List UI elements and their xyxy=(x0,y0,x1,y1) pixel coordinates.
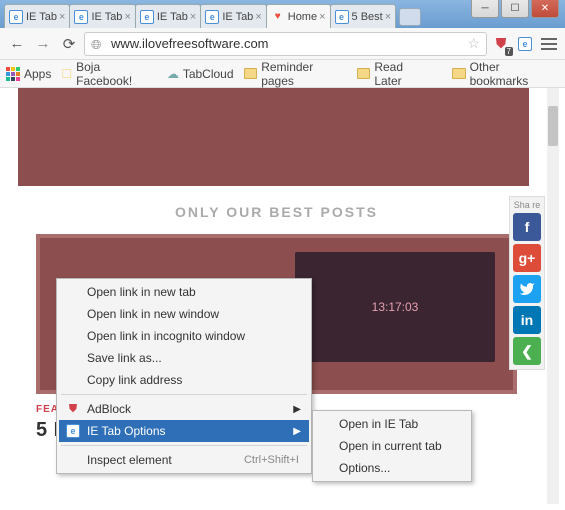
folder-icon xyxy=(357,68,371,79)
url-text: www.ilovefreesoftware.com xyxy=(111,36,467,51)
ie-icon: e xyxy=(140,10,154,24)
browser-tab[interactable]: e5 Best× xyxy=(330,4,397,28)
reload-button[interactable]: ⟳ xyxy=(58,33,80,55)
ctx-separator xyxy=(61,394,307,395)
chrome-menu-button[interactable] xyxy=(539,34,559,54)
browser-tab[interactable]: eIE Tab× xyxy=(200,4,266,28)
share-linkedin-button[interactable]: in xyxy=(513,306,541,334)
browser-tab[interactable]: eIE Tab× xyxy=(69,4,135,28)
shortcut-text: Ctrl+Shift+I xyxy=(244,454,299,466)
close-button[interactable]: ✕ xyxy=(531,0,559,18)
bookmarks-bar: Apps ☐Boja Facebook! ☁TabCloud Reminder … xyxy=(0,60,565,88)
ie-icon: e xyxy=(65,423,81,439)
bookmark-folder[interactable]: Reminder pages xyxy=(244,60,347,88)
vertical-scrollbar[interactable] xyxy=(547,88,559,504)
ctx-copy-link[interactable]: Copy link address xyxy=(59,369,309,391)
ie-icon: e xyxy=(335,10,349,24)
timestamp-text: 13:17:03 xyxy=(372,300,419,314)
ie-icon: e xyxy=(9,10,23,24)
sub-options[interactable]: Options... xyxy=(315,457,469,479)
tab-close-icon[interactable]: × xyxy=(190,11,196,23)
adblock-extension-icon[interactable]: ⛊7 xyxy=(491,34,511,54)
ctx-inspect-element[interactable]: Inspect elementCtrl+Shift+I xyxy=(59,449,309,471)
tab-title: IE Tab xyxy=(26,11,57,23)
share-googleplus-button[interactable]: g+ xyxy=(513,244,541,272)
tab-title: 5 Best xyxy=(352,11,383,23)
ctx-ietab-options[interactable]: eIE Tab Options▶ xyxy=(59,420,309,442)
share-facebook-button[interactable]: f xyxy=(513,213,541,241)
tab-close-icon[interactable]: × xyxy=(124,11,130,23)
tab-title: IE Tab xyxy=(157,11,188,23)
maximize-button[interactable]: ☐ xyxy=(501,0,529,18)
submenu-arrow-icon: ▶ xyxy=(293,404,301,415)
back-button[interactable]: ← xyxy=(6,33,28,55)
ctx-open-incognito[interactable]: Open link in incognito window xyxy=(59,325,309,347)
browser-tab-active[interactable]: ♥Home× xyxy=(266,4,331,28)
feature-thumbnail: 13:17:03 xyxy=(295,252,495,362)
ctx-open-new-window[interactable]: Open link in new window xyxy=(59,303,309,325)
share-widget: Sha re f g+ in ❮ xyxy=(509,196,545,370)
tab-title: IE Tab xyxy=(91,11,122,23)
minimize-button[interactable]: ─ xyxy=(471,0,499,18)
new-tab-button[interactable] xyxy=(399,8,421,26)
apps-button[interactable]: Apps xyxy=(6,67,51,81)
omnibox[interactable]: 🌐︎ www.ilovefreesoftware.com ☆ xyxy=(84,32,487,56)
folder-icon xyxy=(452,68,466,79)
address-bar-row: ← → ⟳ 🌐︎ www.ilovefreesoftware.com ☆ ⛊7 … xyxy=(0,28,565,60)
ctx-adblock[interactable]: ⛊AdBlock▶ xyxy=(59,398,309,420)
scroll-thumb[interactable] xyxy=(548,106,558,146)
other-bookmarks-button[interactable]: Other bookmarks xyxy=(452,60,559,88)
folder-icon xyxy=(244,68,258,79)
heart-icon: ♥ xyxy=(271,10,285,24)
sub-open-in-ie-tab[interactable]: Open in IE Tab xyxy=(315,413,469,435)
sub-open-current-tab[interactable]: Open in current tab xyxy=(315,435,469,457)
share-twitter-button[interactable] xyxy=(513,275,541,303)
bookmark-item[interactable]: ☁TabCloud xyxy=(167,67,234,81)
submenu-arrow-icon: ▶ xyxy=(293,426,301,437)
bookmark-star-icon[interactable]: ☆ xyxy=(467,35,480,52)
tab-close-icon[interactable]: × xyxy=(255,11,261,23)
globe-icon: 🌐︎ xyxy=(91,37,105,51)
adblock-icon: ⛊ xyxy=(65,401,81,417)
abp-badge: 7 xyxy=(505,47,513,56)
window-controls: ─ ☐ ✕ xyxy=(471,0,559,18)
share-more-button[interactable]: ❮ xyxy=(513,337,541,365)
tab-close-icon[interactable]: × xyxy=(385,11,391,23)
section-heading: ONLY OUR BEST POSTS xyxy=(6,204,547,220)
bookmark-item[interactable]: ☐Boja Facebook! xyxy=(61,60,156,88)
ie-icon: e xyxy=(74,10,88,24)
hero-banner xyxy=(18,88,529,186)
ie-icon: e xyxy=(205,10,219,24)
ctx-separator xyxy=(61,445,307,446)
ctx-open-new-tab[interactable]: Open link in new tab xyxy=(59,281,309,303)
ctx-save-link-as[interactable]: Save link as... xyxy=(59,347,309,369)
browser-tab[interactable]: eIE Tab× xyxy=(135,4,201,28)
ietab-extension-icon[interactable]: e xyxy=(515,34,535,54)
tab-close-icon[interactable]: × xyxy=(319,11,325,23)
tab-title: IE Tab xyxy=(222,11,253,23)
tab-close-icon[interactable]: × xyxy=(59,11,65,23)
browser-tab[interactable]: eIE Tab× xyxy=(4,4,70,28)
tab-title: Home xyxy=(288,11,317,23)
bookmark-folder[interactable]: Read Later xyxy=(357,60,432,88)
apps-icon xyxy=(6,67,20,81)
forward-button[interactable]: → xyxy=(32,33,54,55)
context-menu: Open link in new tab Open link in new wi… xyxy=(56,278,312,474)
share-label: Sha re xyxy=(514,201,541,210)
context-submenu: Open in IE Tab Open in current tab Optio… xyxy=(312,410,472,482)
